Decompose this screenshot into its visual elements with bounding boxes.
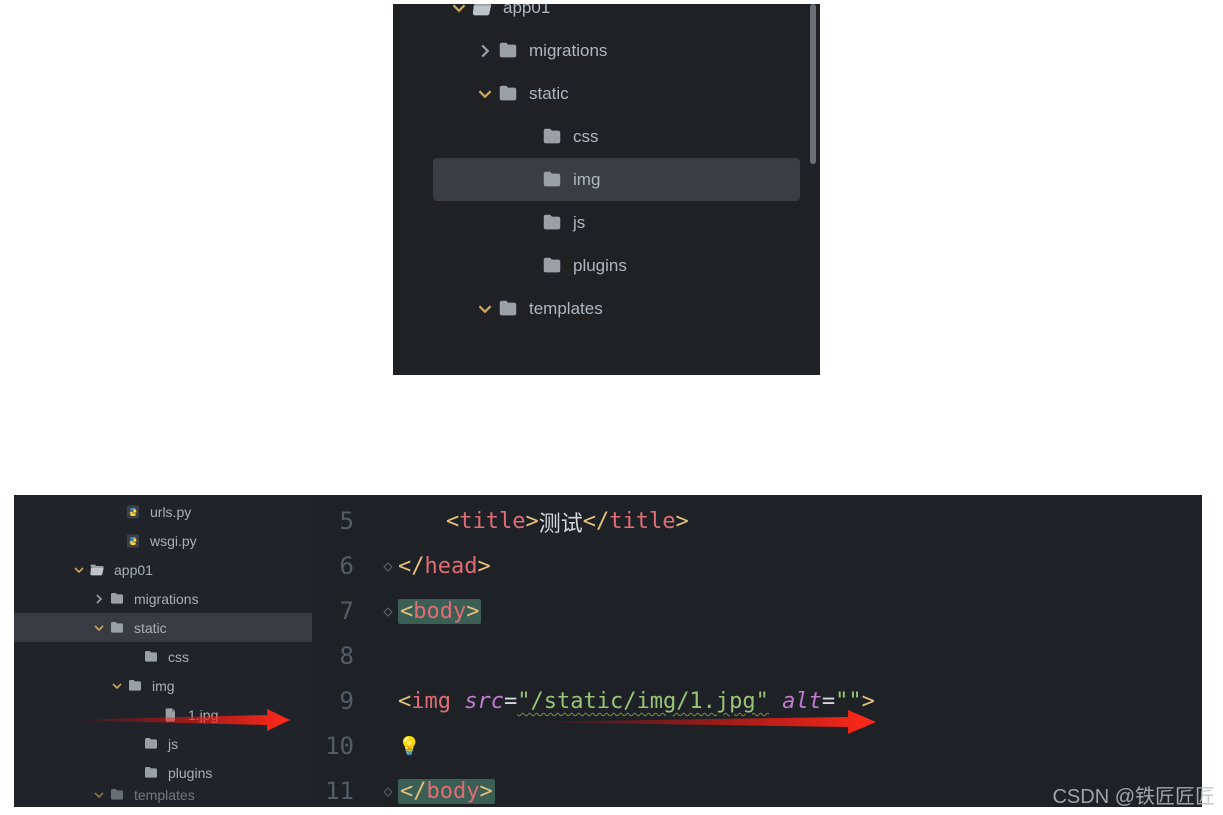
tree-item-label: templates [529, 299, 603, 319]
folder-icon [108, 590, 126, 608]
tree-item[interactable]: plugins [14, 758, 312, 787]
tree-item[interactable]: static [14, 613, 312, 642]
line-number: 7 [312, 589, 354, 634]
python-file-icon [124, 503, 142, 521]
watermark: CSDN @铁匠匠匠 [1052, 780, 1215, 809]
line-number: 11 [312, 769, 354, 807]
tree-item-label: templates [134, 787, 195, 803]
code-line: 💡 [368, 724, 1202, 769]
chevron-right-icon[interactable] [92, 594, 106, 604]
tree-item[interactable]: js [433, 201, 800, 244]
line-number: 8 [312, 634, 354, 679]
tree-item[interactable]: img [14, 671, 312, 700]
line-number: 6 [312, 544, 354, 589]
tree-item-label: urls.py [150, 504, 191, 520]
code-line: <img src="/static/img/1.jpg" alt=""> [368, 679, 1202, 724]
tree-item-label: static [134, 620, 167, 636]
fold-icon[interactable] [378, 786, 398, 798]
folder-icon [142, 764, 160, 782]
tree-item-label: 1.jpg [188, 707, 218, 723]
tree-item-label: js [168, 736, 178, 752]
folder-icon [541, 126, 563, 148]
folder-icon [541, 169, 563, 191]
code-line: <title>测试</title> [368, 499, 1202, 544]
tree-item-label: img [152, 678, 175, 694]
file-tree-panel-top: wsgi.py app01 migrations static css img … [393, 4, 820, 375]
code-editor[interactable]: <title>测试</title> </head> <body> <img sr… [368, 495, 1202, 807]
tree-item[interactable]: 1.jpg [14, 700, 312, 729]
tree-item[interactable]: app01 [433, 4, 800, 29]
code-line: <body> [368, 589, 1202, 634]
tree-item-label: app01 [503, 4, 550, 18]
python-file-icon [124, 532, 142, 550]
tree-item[interactable]: static [433, 72, 800, 115]
folder-icon [497, 298, 519, 320]
tree-item[interactable]: templates [433, 287, 800, 330]
line-number: 9 [312, 679, 354, 724]
line-number-gutter: 567891011 [312, 495, 368, 807]
fold-icon[interactable] [378, 561, 398, 573]
tree-item[interactable]: css [433, 115, 800, 158]
line-number: 10 [312, 724, 354, 769]
folder-icon [126, 677, 144, 695]
tree-item[interactable]: js [14, 729, 312, 758]
line-number: 5 [312, 499, 354, 544]
ide-panel: urls.py wsgi.py app01 migrations static … [14, 495, 1202, 807]
folder-icon [108, 619, 126, 637]
chevron-down-icon[interactable] [72, 565, 86, 575]
tree-item[interactable]: migrations [433, 29, 800, 72]
tree-item-label: css [573, 127, 599, 147]
tree-item[interactable]: plugins [433, 244, 800, 287]
tree-item-label: img [573, 170, 600, 190]
folder-icon [108, 787, 126, 803]
folder-open-icon [88, 561, 106, 579]
tree-item-label: plugins [573, 256, 627, 276]
alt-attr-value: "" [835, 689, 862, 714]
tree-item-label: migrations [134, 591, 199, 607]
chevron-down-icon[interactable] [477, 87, 493, 101]
code-line: </head> [368, 544, 1202, 589]
src-attr-value: "/static/img/1.jpg" [517, 689, 769, 714]
lightbulb-icon[interactable]: 💡 [398, 736, 420, 757]
tree-item[interactable]: urls.py [14, 497, 312, 526]
tree-item-label: migrations [529, 41, 607, 61]
chevron-down-icon[interactable] [477, 302, 493, 316]
folder-icon [541, 212, 563, 234]
tree-item-label: js [573, 213, 585, 233]
tree-item[interactable]: templates [14, 787, 312, 803]
folder-icon [497, 83, 519, 105]
folder-open-icon [471, 4, 493, 19]
tree-item-label: static [529, 84, 569, 104]
tree-item-label: plugins [168, 765, 212, 781]
tree-item[interactable]: css [14, 642, 312, 671]
chevron-down-icon[interactable] [110, 681, 124, 691]
code-line [368, 634, 1202, 679]
tree-item-label: app01 [114, 562, 153, 578]
tree-item-label: wsgi.py [150, 533, 197, 549]
chevron-right-icon[interactable] [477, 44, 493, 58]
folder-icon [142, 735, 160, 753]
file-tree-panel-side: urls.py wsgi.py app01 migrations static … [14, 495, 312, 807]
tree-item[interactable]: img [433, 158, 800, 201]
tree-item[interactable]: migrations [14, 584, 312, 613]
chevron-down-icon[interactable] [451, 4, 467, 15]
tree-item-label: css [168, 649, 189, 665]
file-icon [162, 706, 180, 724]
title-text: 测试 [539, 506, 583, 538]
chevron-down-icon[interactable] [92, 623, 106, 633]
chevron-down-icon[interactable] [92, 790, 106, 800]
folder-icon [497, 40, 519, 62]
folder-icon [541, 255, 563, 277]
fold-icon[interactable] [378, 606, 398, 618]
tree-item[interactable]: app01 [14, 555, 312, 584]
folder-icon [142, 648, 160, 666]
tree-item[interactable]: wsgi.py [14, 526, 312, 555]
